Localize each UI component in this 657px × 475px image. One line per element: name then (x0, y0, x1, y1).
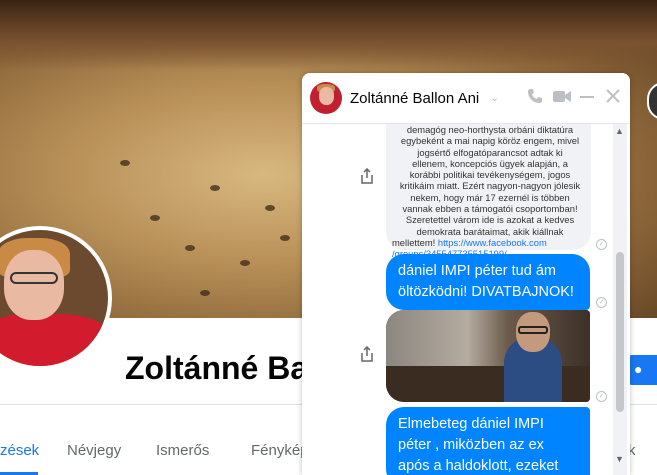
minimize-icon[interactable] (579, 87, 595, 109)
message-line: Szeretettel várom ide is azokat a kedves (405, 214, 575, 226)
message-line: demokrata barátaimat, akik kiállnak (416, 225, 564, 237)
cover-seed (240, 260, 250, 266)
message-line: kritikáim miatt. Ezért nagyon-nagyon jól… (399, 180, 581, 192)
tab-about[interactable]: Névjegy (67, 442, 121, 459)
scroll-up-icon[interactable]: ▲ (615, 126, 624, 136)
message-line: vannak ebben a támogatói csoportomban! (402, 203, 578, 215)
add-friend-button[interactable]: ● (628, 355, 657, 385)
message-line: egybeként a mai napig köröz engem, mivel (400, 135, 580, 147)
chat-window: Zoltánné Ballon Ani ⌄ demagóg neo-horthy… (302, 73, 630, 475)
message-line: nekem, hogy már 17 ezernél is többen (410, 191, 570, 203)
chat-contact-avatar[interactable] (310, 82, 342, 114)
cover-seed (120, 160, 130, 166)
message-text: demagóg neo-horthysta orbáni diktatúra e… (392, 124, 588, 260)
message-bubble-received[interactable]: demagóg neo-horthysta orbáni diktatúra e… (386, 124, 591, 259)
message-text: Elmebeteg dániel IMPI péter , miközben a… (398, 416, 559, 474)
scroll-down-icon[interactable]: ▼ (615, 454, 624, 464)
message-list[interactable]: demagóg neo-horthysta orbáni diktatúra e… (302, 124, 630, 475)
share-icon[interactable] (360, 167, 376, 186)
cover-seed (150, 215, 160, 221)
cover-seed (185, 245, 195, 251)
chat-contact-name[interactable]: Zoltánné Ballon Ani (350, 90, 479, 107)
message-line: jogsértő elfogatóparancsot adtak ki (417, 146, 563, 158)
video-icon[interactable] (552, 87, 572, 109)
chat-avatar-face (319, 87, 334, 105)
message-link[interactable]: https://www.facebook.com (438, 237, 547, 248)
seen-check-icon: ✓ (596, 239, 607, 250)
cover-seed (265, 205, 275, 211)
profile-picture-sweater (0, 314, 108, 366)
cover-seed (210, 185, 220, 191)
phone-icon[interactable] (526, 87, 544, 109)
chevron-down-icon[interactable]: ⌄ (490, 91, 499, 104)
chat-header: Zoltánné Ballon Ani ⌄ (302, 73, 630, 124)
message-photo[interactable] (386, 310, 590, 402)
profile-name: Zoltánné Ba (125, 350, 309, 386)
cover-shadow (0, 0, 657, 70)
chat-scrollbar[interactable]: ▲ ▼ (613, 124, 627, 475)
close-icon[interactable] (605, 87, 621, 109)
seen-check-icon: ✓ (596, 297, 607, 308)
message-bubble-sent[interactable]: dániel IMPI péter tud ám öltözködni! DIV… (386, 254, 590, 310)
profile-picture-glasses (10, 272, 58, 284)
seen-check-icon: ✓ (596, 391, 607, 402)
cover-seed (280, 235, 290, 241)
tab-friends[interactable]: Ismerős (156, 442, 209, 459)
message-line: demagóg neo-horthysta orbáni diktatúra (406, 124, 574, 135)
photo-person-glasses (518, 326, 548, 334)
message-text: dániel IMPI péter tud ám öltözködni! DIV… (398, 263, 574, 300)
scroll-thumb[interactable] (616, 252, 624, 412)
message-bubble-sent[interactable]: Elmebeteg dániel IMPI péter , miközben a… (386, 407, 590, 475)
message-line: mellettem! (392, 236, 436, 248)
message-line: korábbi politikai tevékenységem, jogos (409, 169, 571, 181)
person-add-icon: ● (634, 361, 643, 377)
tab-posts[interactable]: zések (0, 442, 39, 459)
profile-picture-face (4, 250, 64, 320)
share-icon[interactable] (360, 345, 376, 364)
cover-seed (200, 290, 210, 296)
message-line: ellenem, koncepciós ügyek alapján, a (412, 157, 568, 169)
